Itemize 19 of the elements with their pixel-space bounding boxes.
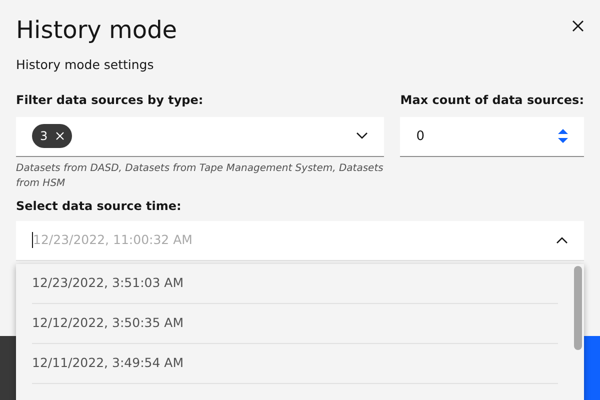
max-count-field[interactable]: 0 [400, 116, 584, 157]
close-icon [572, 20, 584, 32]
count-tag[interactable]: 3 [32, 124, 72, 148]
time-label: Select data source time: [16, 198, 182, 215]
max-count-label: Max count of data sources: [400, 92, 584, 109]
time-option[interactable]: 12/12/2022, 3:50:35 AM [32, 304, 558, 344]
time-placeholder: 12/23/2022, 11:00:32 AM [33, 230, 192, 249]
modal-title: History mode [16, 15, 178, 46]
time-option[interactable]: 12/11/2022, 3:49:54 AM [32, 344, 558, 384]
filter-dropdown[interactable]: 3 [16, 116, 384, 157]
modal-subtitle: History mode settings [16, 56, 155, 74]
max-count-value: 0 [416, 128, 425, 146]
filter-label: Filter data sources by type: [16, 92, 204, 109]
filter-helper-text: Datasets from DASD, Datasets from Tape Management System, Datasets from HSM [16, 162, 384, 191]
close-icon [56, 132, 64, 140]
chevron-down-icon [356, 132, 368, 140]
tag-count: 3 [40, 128, 48, 146]
time-option[interactable]: 12/23/2022, 3:51:03 AM [32, 264, 558, 304]
stepper-icon[interactable] [558, 128, 568, 144]
